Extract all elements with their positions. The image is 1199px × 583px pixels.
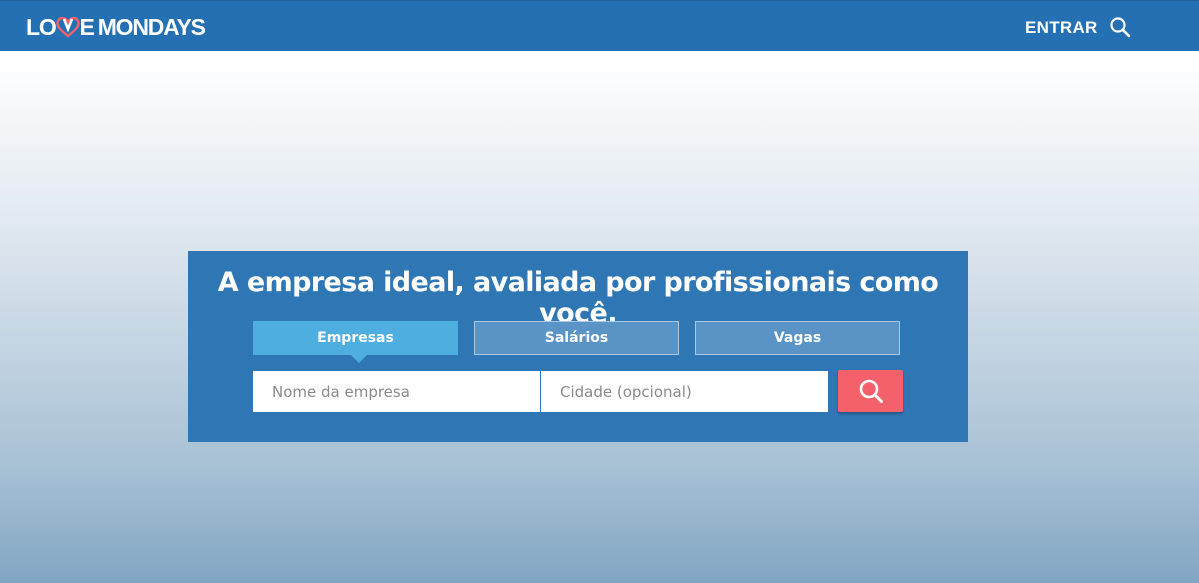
hero-headline: A empresa ideal, avaliada por profission… [217,267,939,329]
tab-vagas[interactable]: Vagas [695,321,900,355]
city-input[interactable] [541,371,828,412]
search-icon [859,379,883,403]
top-navigation-bar: LO E MONDAYS ENTRAR [0,0,1199,51]
heart-icon [55,16,80,38]
tab-salarios[interactable]: Salários [474,321,679,355]
love-mondays-logo[interactable]: LO E MONDAYS [26,13,206,41]
logo-text-e: E [79,13,95,40]
tab-empresas[interactable]: Empresas [253,321,458,363]
search-button[interactable] [838,370,903,412]
search-panel: A empresa ideal, avaliada por profission… [188,251,968,442]
active-tab-pointer [350,354,368,363]
search-icon[interactable] [1109,16,1131,38]
login-link[interactable]: ENTRAR [1025,18,1098,38]
tab-label: Empresas [317,330,394,346]
company-name-input[interactable] [253,371,540,412]
logo-text-mondays: MONDAYS [97,13,206,40]
logo-text-lo: LO [26,13,57,40]
tab-label: Vagas [773,330,822,346]
tab-label: Salários [544,330,609,346]
